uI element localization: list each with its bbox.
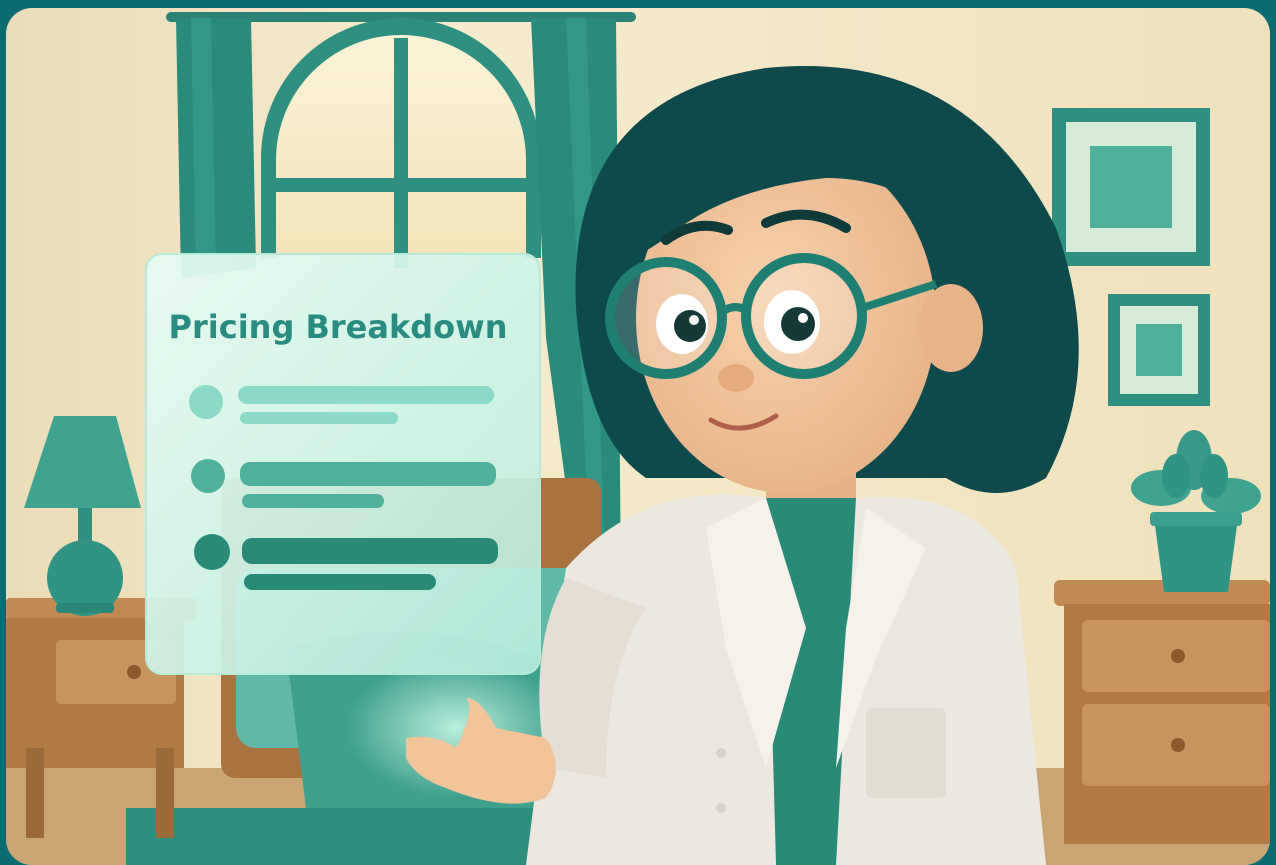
illustration-frame: Pricing Breakdown xyxy=(6,8,1270,865)
picture-frame-small xyxy=(1108,294,1210,406)
dresser-right xyxy=(1054,580,1270,844)
pricing-panel: Pricing Breakdown xyxy=(145,253,541,675)
curtain-left xyxy=(176,18,256,278)
panel-title: Pricing Breakdown xyxy=(169,308,508,346)
scene: Pricing Breakdown xyxy=(6,8,1270,865)
picture-frame-large xyxy=(1052,108,1210,266)
